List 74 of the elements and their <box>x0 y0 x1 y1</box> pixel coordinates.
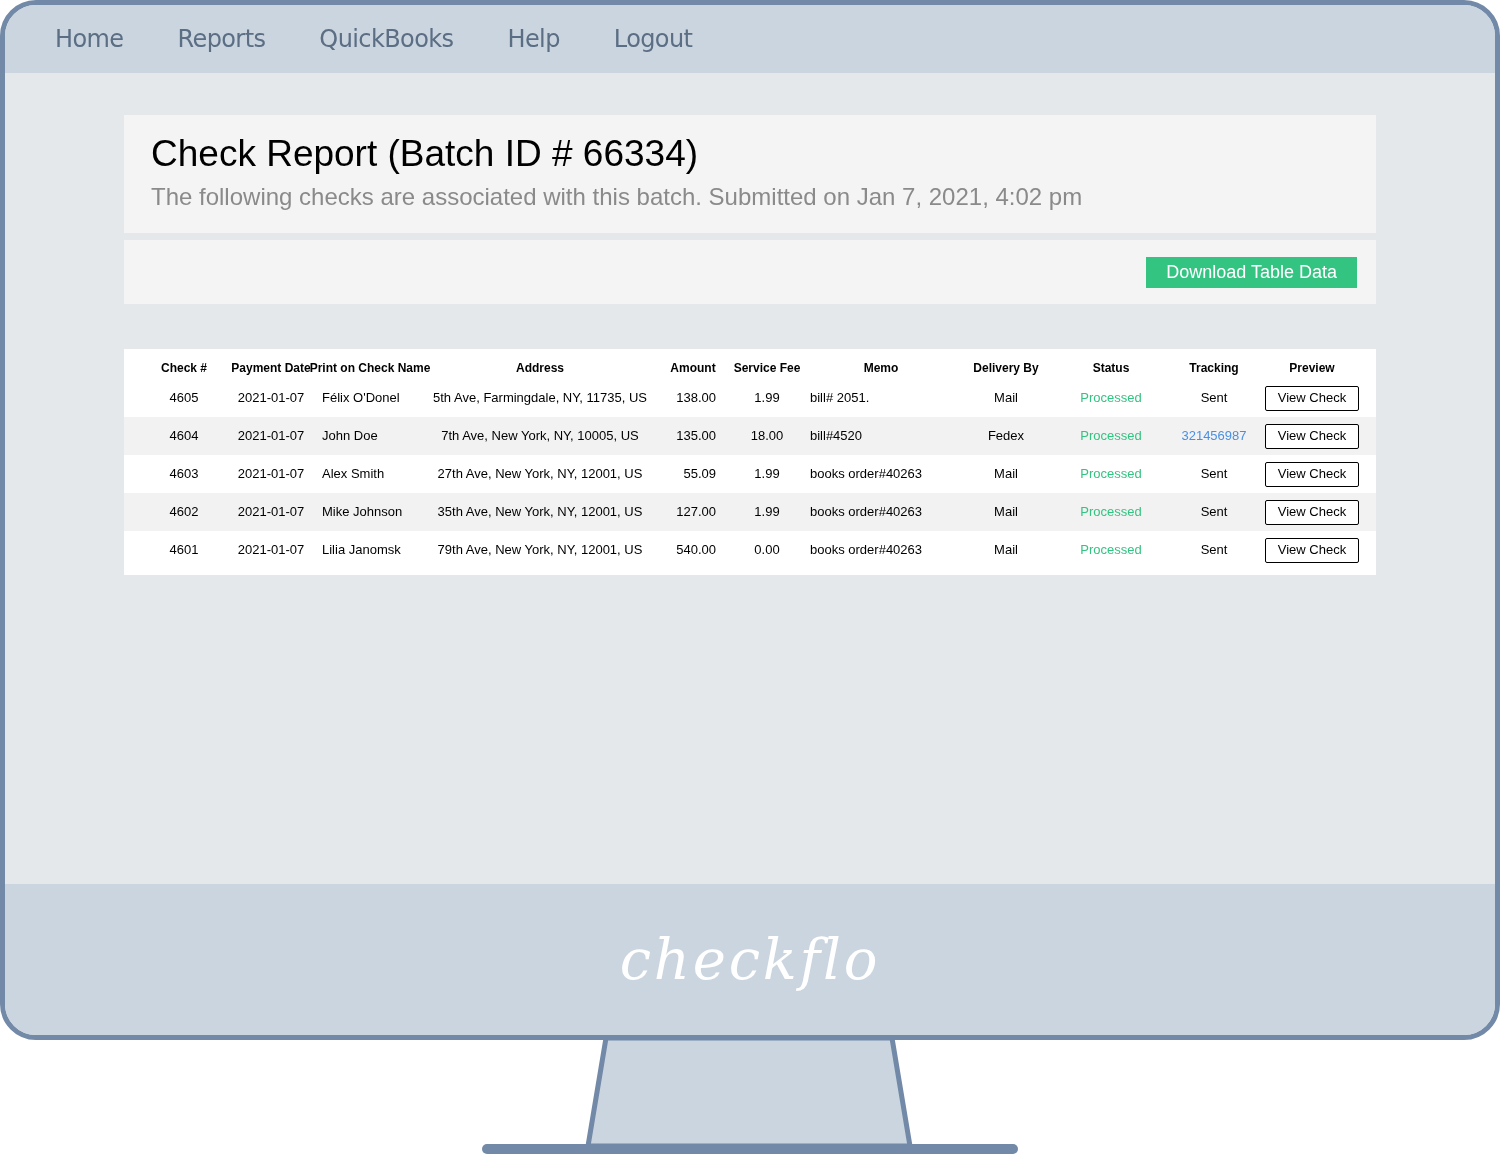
table-cell-text: 4602 <box>169 503 199 522</box>
nav-link[interactable]: Home <box>55 21 124 57</box>
table-cell-text: 27th Ave, New York, NY, 12001, US <box>437 465 643 484</box>
table-cell-text: Mike Johnson <box>322 503 403 522</box>
column-header: Delivery By <box>973 360 1039 377</box>
table-cell-text: Mail <box>994 389 1018 408</box>
table-cell-text: 0.00 <box>754 541 780 560</box>
table-cell-text: Lilia Janomsk <box>322 541 401 560</box>
status-text: Processed <box>1080 465 1142 484</box>
column-header: Tracking <box>1189 360 1239 377</box>
table-cell-text: Mail <box>994 465 1018 484</box>
column-header: Check # <box>161 360 207 377</box>
column-header: Address <box>516 360 564 377</box>
table-cell-text: 35th Ave, New York, NY, 12001, US <box>437 503 643 522</box>
table-cell-text: bill# 2051. <box>810 389 870 408</box>
page-title: Check Report (Batch ID # 66334) <box>151 132 700 176</box>
table-cell-text: 4605 <box>169 389 199 408</box>
nav-link[interactable]: Logout <box>613 21 693 57</box>
table-cell-text: Sent <box>1200 541 1228 560</box>
table-cell-text: books order#40263 <box>810 503 923 522</box>
view-check-button[interactable]: View Check <box>1264 537 1360 563</box>
table-cell-text: 1.99 <box>754 503 780 522</box>
table-cell-text: 1.99 <box>754 389 780 408</box>
table-cell-text: 2021-01-07 <box>237 541 305 560</box>
nav-link[interactable]: QuickBooks <box>319 21 454 57</box>
table-cell-text: John Doe <box>322 427 378 446</box>
table-cell-text: 4604 <box>169 427 199 446</box>
download-button[interactable]: Download Table Data <box>1146 256 1357 288</box>
status-text: Processed <box>1080 389 1142 408</box>
table-cell-text: Félix O'Donel <box>322 389 400 408</box>
table-cell-text: 127.00 <box>676 503 716 522</box>
table-cell-text: books order#40263 <box>810 541 923 560</box>
table-cell-text: Fedex <box>987 427 1025 446</box>
table-cell-text: books order#40263 <box>810 465 923 484</box>
table-cell-text: 1.99 <box>754 465 780 484</box>
table-cell-text: 4601 <box>169 541 199 560</box>
table-cell-text: 138.00 <box>676 389 716 408</box>
table-cell-text: 5th Ave, Farmingdale, NY, 11735, US <box>433 389 647 408</box>
table-cell-text: 79th Ave, New York, NY, 12001, US <box>437 541 643 560</box>
table-cell-text: 55.09 <box>683 465 716 484</box>
table-cell-text: 540.00 <box>676 541 716 560</box>
column-header: Payment Date <box>231 360 311 377</box>
nav-link[interactable]: Reports <box>177 21 266 57</box>
table-cell-text: 2021-01-07 <box>237 427 305 446</box>
table-cell-text: 7th Ave, New York, NY, 10005, US <box>441 427 639 446</box>
status-text: Processed <box>1080 541 1142 560</box>
view-check-button[interactable]: View Check <box>1264 423 1360 449</box>
table-cell-text: Sent <box>1200 465 1228 484</box>
view-check-button[interactable]: View Check <box>1264 499 1360 525</box>
column-header: Memo <box>863 360 899 377</box>
status-text: Processed <box>1080 427 1142 446</box>
table-cell-text: Mail <box>994 503 1018 522</box>
column-header: Service Fee <box>733 360 801 377</box>
page-subtitle: The following checks are associated with this batch. Submitted on Jan 7, 2021, 4:02 pm <box>151 182 1084 213</box>
column-header: Amount <box>670 360 716 377</box>
column-header: Status <box>1092 360 1130 377</box>
column-header: Preview <box>1289 360 1335 377</box>
view-check-button[interactable]: View Check <box>1264 461 1360 487</box>
table-cell-text: 135.00 <box>676 427 716 446</box>
table-cell-text: Alex Smith <box>322 465 385 484</box>
table-cell-text: bill#4520 <box>810 427 863 446</box>
table-cell-text: 2021-01-07 <box>237 465 305 484</box>
table-cell-text: Sent <box>1200 503 1228 522</box>
table-cell-text: Sent <box>1200 389 1228 408</box>
status-text: Processed <box>1080 503 1142 522</box>
table-cell-text: Mail <box>994 541 1018 560</box>
column-header: Print on Check Name <box>309 360 431 377</box>
table-cell-text: 2021-01-07 <box>237 503 305 522</box>
table-cell-text: 2021-01-07 <box>237 389 305 408</box>
nav-link[interactable]: Help <box>507 21 560 57</box>
table-cell-text: 18.00 <box>750 427 784 446</box>
tracking-link[interactable]: 321456987 <box>1181 426 1247 446</box>
view-check-button[interactable]: View Check <box>1264 385 1360 411</box>
table-cell-text: 4603 <box>169 465 199 484</box>
